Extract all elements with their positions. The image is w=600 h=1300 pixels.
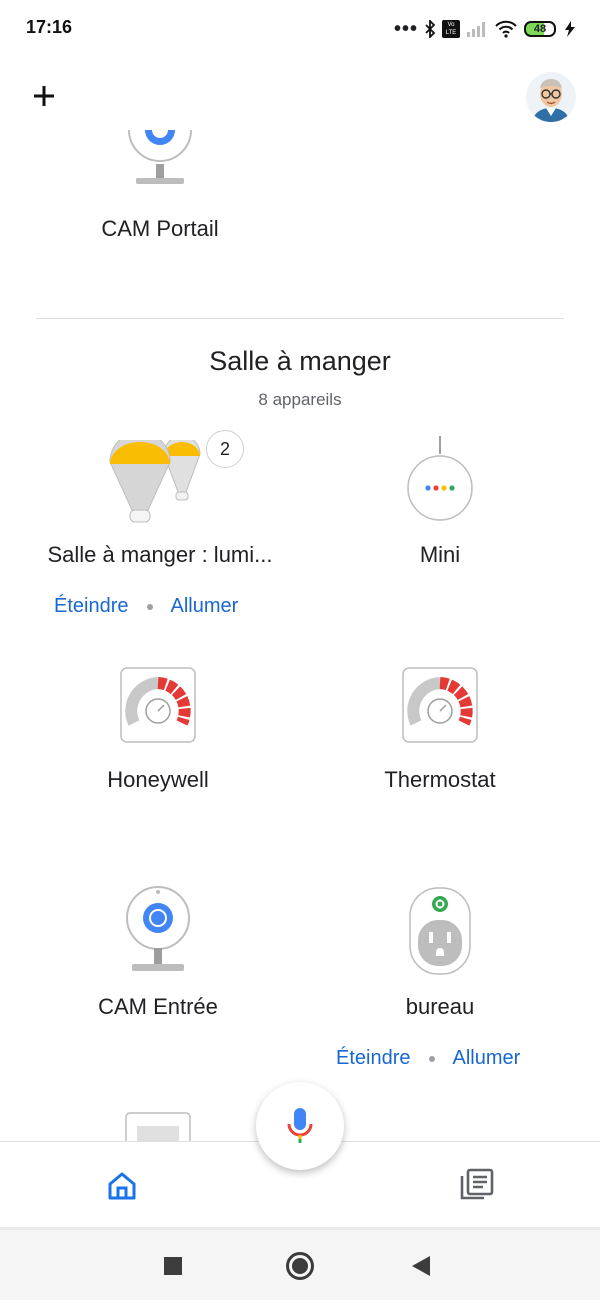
recents-icon[interactable] — [164, 1257, 182, 1275]
home-system-icon[interactable] — [286, 1252, 314, 1280]
separator-dot — [428, 1055, 435, 1062]
group-count-badge: 2 — [206, 430, 244, 468]
device-label: Thermostat — [384, 767, 496, 792]
device-label: Honeywell — [107, 767, 209, 792]
device-tile-lights[interactable]: 2 Salle à manger : lumi... — [30, 430, 290, 570]
system-navigation-bar — [0, 1230, 600, 1300]
device-tile-thermostat[interactable]: Thermostat — [340, 665, 540, 800]
bureau-off-button[interactable]: Éteindre — [336, 1047, 411, 1070]
wifi-icon — [495, 20, 517, 38]
volte-icon: Vo LTE — [442, 20, 460, 38]
add-button[interactable] — [28, 80, 60, 112]
smart-plug-icon — [409, 887, 471, 975]
device-tile-bureau[interactable]: bureau — [340, 884, 540, 1024]
device-label: bureau — [405, 994, 475, 1019]
device-label: Mini — [419, 542, 461, 567]
back-icon[interactable] — [410, 1254, 432, 1278]
room-title: Salle à manger — [209, 346, 391, 376]
camera-icon — [128, 130, 192, 184]
thermostat-icon — [120, 667, 196, 743]
status-time: 17:16 — [26, 17, 73, 37]
avatar-portrait-icon — [526, 72, 576, 122]
home-system-inner — [292, 1258, 308, 1274]
partial-device-icon — [125, 1112, 191, 1142]
status-icons: ••• Vo LTE 48 — [394, 18, 578, 40]
battery-icon: 48 — [524, 21, 556, 37]
device-label: Salle à manger : lumi... — [47, 542, 273, 567]
divider — [36, 318, 564, 319]
status-bar: 17:16 ••• Vo LTE 48 — [0, 0, 600, 56]
signal-icon — [467, 22, 485, 37]
bureau-actions: Éteindre Allumer — [336, 1047, 520, 1070]
device-tile-honeywell[interactable]: Honeywell — [58, 665, 258, 800]
room-device-count: 8 appareils — [258, 390, 342, 409]
lights-off-button[interactable]: Éteindre — [54, 595, 129, 618]
feed-icon[interactable] — [460, 1168, 494, 1202]
bluetooth-icon — [425, 20, 436, 38]
assistant-mic-button[interactable] — [256, 1082, 344, 1170]
bureau-on-button[interactable]: Allumer — [453, 1047, 521, 1070]
lights-actions: Éteindre Allumer — [54, 595, 238, 618]
separator-dot — [146, 603, 153, 610]
light-bulbs-icon — [109, 440, 201, 523]
lights-on-button[interactable]: Allumer — [171, 595, 239, 618]
more-dots-icon: ••• — [393, 17, 418, 40]
avatar[interactable] — [526, 72, 576, 122]
battery-level: 48 — [533, 23, 547, 35]
camera-icon — [126, 886, 190, 971]
device-label: CAM Portail — [101, 216, 219, 241]
charging-icon — [565, 21, 575, 37]
home-icon[interactable] — [106, 1170, 138, 1202]
device-label: CAM Entrée — [98, 994, 218, 1019]
thermostat-icon — [402, 667, 478, 743]
volte-label: Vo LTE — [445, 22, 457, 36]
device-tile-cam-entree[interactable]: CAM Entrée — [58, 884, 258, 1024]
device-tile-mini[interactable]: Mini — [340, 430, 540, 570]
microphone-icon — [287, 1108, 313, 1143]
device-tile-cam-portail[interactable]: CAM Portail — [60, 130, 260, 250]
speaker-icon — [407, 436, 473, 521]
group-count: 2 — [219, 438, 230, 459]
